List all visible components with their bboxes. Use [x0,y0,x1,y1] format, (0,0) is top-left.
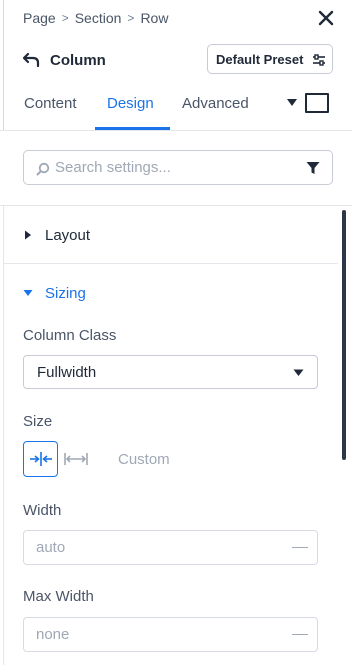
size-options: Custom [23,441,170,477]
back-button[interactable]: Column [22,48,106,72]
close-button[interactable] [316,8,336,28]
unit-dash-icon [292,634,308,635]
element-title: Column [50,51,106,69]
settings-panel: Page > Section > Row Column Default Pres… [0,0,352,665]
sliders-icon [313,54,325,66]
caret-down-icon [23,290,33,296]
scrollbar[interactable] [342,210,346,665]
size-expand-button[interactable] [58,441,93,477]
scrollbar-thumb[interactable] [342,210,346,460]
device-dropdown-caret-icon[interactable] [286,98,298,108]
search-box [23,150,333,185]
preset-button[interactable]: Default Preset [207,44,333,74]
unit-dash-icon [292,547,308,548]
filter-icon[interactable] [306,161,320,175]
section-layout-toggle[interactable]: Layout [23,224,90,246]
search-input[interactable] [55,151,295,184]
breadcrumb-item-page[interactable]: Page [23,10,56,26]
divider [4,263,338,264]
chevron-down-icon [293,369,304,376]
size-label: Size [23,413,53,430]
breadcrumb-separator: > [127,11,135,25]
divider [0,130,352,131]
preset-label: Default Preset [216,51,304,67]
divider [0,205,352,206]
search-icon [36,162,50,176]
breadcrumb-separator: > [61,11,69,25]
section-sizing-label: Sizing [45,284,86,302]
back-arrow-icon [22,52,40,68]
tab-bar: Content Design Advanced [0,88,352,130]
desktop-icon[interactable] [305,93,329,113]
max-width-field [23,617,318,652]
column-class-label: Column Class [23,327,117,344]
width-input[interactable] [36,531,266,564]
panel-edge [3,206,4,665]
column-class-select[interactable]: Fullwidth [23,355,318,389]
width-field [23,530,318,565]
tab-design[interactable]: Design [107,95,154,112]
breadcrumb-item-section[interactable]: Section [75,10,122,26]
caret-right-icon [25,230,31,240]
shrink-icon [29,452,52,466]
breadcrumb-item-row[interactable]: Row [140,10,168,26]
section-layout-label: Layout [45,226,91,244]
column-class-value: Fullwidth [37,363,97,381]
width-label: Width [23,502,62,519]
size-custom-button[interactable]: Custom [118,451,170,468]
breadcrumb: Page > Section > Row [23,9,168,27]
max-width-input[interactable] [36,618,266,651]
tab-content[interactable]: Content [24,95,77,112]
tab-advanced[interactable]: Advanced [182,95,249,112]
expand-icon [63,453,88,465]
size-shrink-button[interactable] [23,441,58,477]
max-width-label: Max Width [23,588,94,605]
section-sizing-toggle[interactable]: Sizing [23,282,86,304]
close-icon [318,10,334,26]
